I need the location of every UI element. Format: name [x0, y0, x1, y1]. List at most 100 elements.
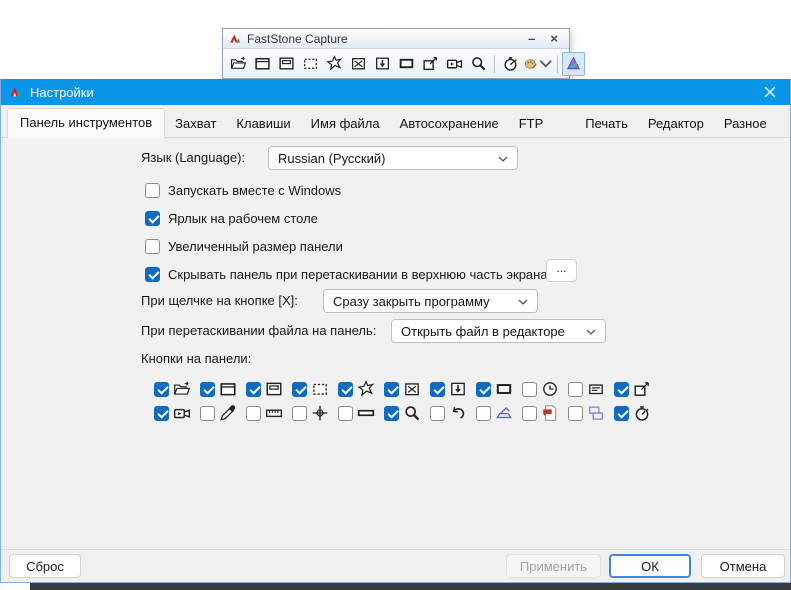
- toggle-capture-freehand[interactable]: [338, 380, 379, 398]
- checkbox[interactable]: [154, 405, 169, 421]
- toggle-pdf[interactable]: [522, 404, 563, 422]
- checkbox[interactable]: [292, 381, 307, 397]
- checkbox[interactable]: [246, 381, 261, 397]
- capture-scrolling-button[interactable]: [371, 52, 394, 76]
- option-start-with-windows[interactable]: Запускать вместе с Windows: [145, 180, 341, 200]
- checkbox[interactable]: [246, 405, 261, 421]
- toggle-stopwatch[interactable]: [614, 404, 655, 422]
- toggle-capture-object[interactable]: [568, 380, 609, 398]
- on-close-select[interactable]: Сразу закрыть программу: [323, 289, 538, 313]
- toggle-capture-rectangle[interactable]: [292, 380, 333, 398]
- magnifier-icon: [403, 404, 421, 422]
- capture-fixed-region-icon: [495, 380, 513, 398]
- tab-capture[interactable]: Захват: [165, 110, 226, 138]
- capture-fixed-region-button[interactable]: [395, 52, 418, 76]
- checkbox[interactable]: [614, 405, 629, 421]
- toggle-annotate[interactable]: [614, 380, 655, 398]
- tab-misc[interactable]: Разное: [714, 110, 777, 138]
- annotate-button[interactable]: [419, 52, 442, 76]
- close-icon: [764, 86, 776, 98]
- checkbox[interactable]: [430, 405, 445, 421]
- toggle-capture-window[interactable]: [200, 380, 241, 398]
- delay-timer-button[interactable]: [499, 52, 522, 76]
- capture-active-window-icon: [265, 380, 283, 398]
- option-large-panel[interactable]: Увеличенный размер панели: [145, 236, 343, 256]
- checkbox[interactable]: [338, 405, 353, 421]
- checkbox[interactable]: [522, 381, 537, 397]
- toggle-ruler[interactable]: [246, 404, 287, 422]
- toggle-undo[interactable]: [430, 404, 471, 422]
- faststone-logo-icon: [229, 32, 242, 45]
- tab-filename[interactable]: Имя файла: [301, 110, 390, 138]
- checkbox[interactable]: [430, 381, 445, 397]
- settings-button[interactable]: [562, 51, 585, 76]
- toggle-capture-scrolling[interactable]: [430, 380, 471, 398]
- checkbox[interactable]: [614, 381, 629, 397]
- checkbox[interactable]: [476, 381, 491, 397]
- checkbox[interactable]: [145, 210, 160, 226]
- screen-recorder-icon: [446, 55, 463, 72]
- toggle-scanner[interactable]: [476, 404, 517, 422]
- apply-button[interactable]: Применить: [506, 554, 601, 578]
- checkbox[interactable]: [384, 405, 399, 421]
- capture-window-button[interactable]: [251, 52, 274, 76]
- tab-editor[interactable]: Редактор: [638, 110, 714, 138]
- open-file-button[interactable]: [227, 52, 250, 76]
- toggle-screen-bar[interactable]: [338, 404, 379, 422]
- toggle-capture-fullscreen[interactable]: [384, 380, 425, 398]
- checkbox[interactable]: [154, 381, 169, 397]
- toggle-capture-active-window[interactable]: [246, 380, 287, 398]
- on-close-select-value: Сразу закрыть программу: [333, 293, 490, 309]
- chevron-down-icon: [539, 55, 553, 72]
- toggle-capture-fixed-region[interactable]: [476, 380, 517, 398]
- capture-rectangle-button[interactable]: [299, 52, 322, 76]
- toggle-color-picker[interactable]: [200, 404, 241, 422]
- capture-freehand-button[interactable]: [323, 52, 346, 76]
- dialog-titlebar[interactable]: Настройки: [1, 79, 790, 105]
- capture-fullscreen-button[interactable]: [347, 52, 370, 76]
- tab-autosave[interactable]: Автосохранение: [390, 110, 509, 138]
- magnifier-button[interactable]: [467, 52, 490, 76]
- tab-toolbar[interactable]: Панель инструментов: [7, 108, 166, 138]
- toggle-screen-recorder[interactable]: [154, 404, 195, 422]
- minimize-button[interactable]: –: [523, 32, 540, 45]
- toggle-open-file[interactable]: [154, 380, 195, 398]
- checkbox[interactable]: [522, 405, 537, 421]
- toggle-join-images[interactable]: [568, 404, 609, 422]
- capture-freehand-icon: [357, 380, 375, 398]
- crosshair-icon: [311, 404, 329, 422]
- tab-ftp[interactable]: FTP: [509, 110, 554, 138]
- checkbox[interactable]: [145, 182, 160, 198]
- language-select[interactable]: Russian (Русский): [268, 146, 518, 170]
- tab-hotkeys[interactable]: Клавиши: [226, 110, 300, 138]
- screen-recorder-icon: [173, 404, 191, 422]
- screen-recorder-button[interactable]: [443, 52, 466, 76]
- more-options-button[interactable]: ...: [546, 259, 577, 282]
- checkbox[interactable]: [145, 266, 160, 282]
- tab-print[interactable]: Печать: [575, 110, 638, 138]
- ok-button[interactable]: ОК: [609, 554, 691, 578]
- close-button[interactable]: ×: [545, 32, 563, 45]
- checkbox[interactable]: [200, 381, 215, 397]
- checkbox[interactable]: [338, 381, 353, 397]
- on-drag-select[interactable]: Открыть файл в редакторе: [391, 319, 606, 343]
- toggle-delay-clock[interactable]: [522, 380, 563, 398]
- reset-button[interactable]: Сброс: [9, 554, 81, 578]
- checkbox[interactable]: [476, 405, 491, 421]
- checkbox[interactable]: [200, 405, 215, 421]
- toolbar-titlebar[interactable]: FastStone Capture – ×: [223, 29, 569, 49]
- option-desktop-shortcut[interactable]: Ярлык на рабочем столе: [145, 208, 318, 228]
- capture-active-window-button[interactable]: [275, 52, 298, 76]
- cancel-button[interactable]: Отмена: [701, 554, 785, 578]
- checkbox[interactable]: [292, 405, 307, 421]
- toggle-crosshair[interactable]: [292, 404, 333, 422]
- dialog-close-button[interactable]: [750, 79, 790, 105]
- toggle-magnifier[interactable]: [384, 404, 425, 422]
- option-hide-panel-top[interactable]: Скрывать панель при перетаскивании в вер…: [145, 264, 548, 284]
- checkbox[interactable]: [145, 238, 160, 254]
- checkbox[interactable]: [568, 381, 583, 397]
- checkbox[interactable]: [384, 381, 399, 397]
- draw-palette-button[interactable]: [523, 52, 553, 76]
- language-select-value: Russian (Русский): [278, 150, 386, 166]
- checkbox[interactable]: [568, 405, 583, 421]
